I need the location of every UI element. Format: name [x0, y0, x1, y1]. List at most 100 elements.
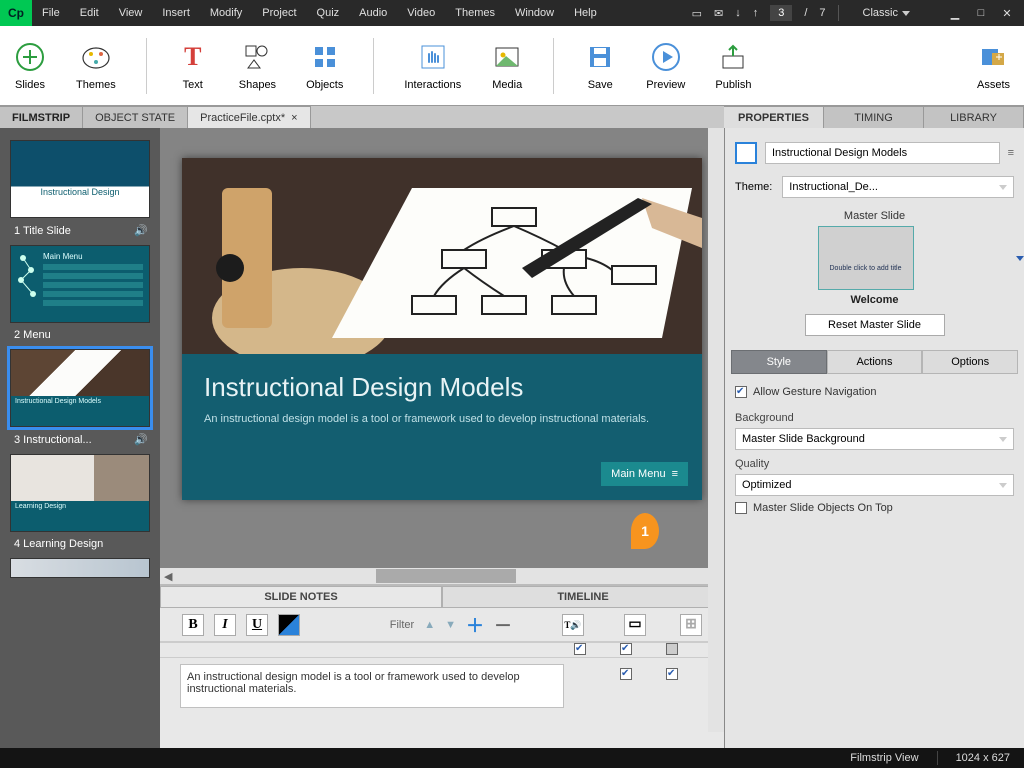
menu-view[interactable]: View — [109, 1, 153, 25]
main-menu-button[interactable]: Main Menu ≡ — [601, 462, 688, 486]
actions-tab[interactable]: Actions — [827, 350, 923, 374]
up-icon[interactable]: ▲ — [424, 619, 435, 631]
add-note-icon[interactable]: ＋ — [466, 612, 484, 638]
menu-quiz[interactable]: Quiz — [307, 1, 350, 25]
thumb-3[interactable]: Instructional Design Models 3 Instructio… — [0, 343, 160, 448]
ribbon-objects[interactable]: Objects — [306, 41, 343, 91]
vertical-scrollbar[interactable] — [708, 128, 724, 732]
tts-button[interactable]: T🔊 — [562, 614, 584, 636]
ribbon-shapes[interactable]: Shapes — [239, 41, 276, 91]
cc-button[interactable]: ▭ — [624, 614, 646, 636]
divider — [553, 38, 554, 94]
master-label: Master Slide — [725, 204, 1024, 226]
stage-canvas[interactable]: Instructional Design Models An instructi… — [160, 128, 724, 568]
master-dropdown-icon[interactable] — [1016, 256, 1024, 261]
close-button[interactable]: ✕ — [994, 3, 1020, 23]
quality-dropdown[interactable]: Optimized — [735, 474, 1014, 496]
thumb-5[interactable] — [0, 552, 160, 578]
down-icon[interactable]: ▼ — [445, 619, 456, 631]
master-top-checkbox[interactable] — [735, 502, 747, 514]
slide-subtitle[interactable]: An instructional design model is a tool … — [204, 413, 680, 425]
menu-themes[interactable]: Themes — [445, 1, 505, 25]
minimize-button[interactable]: ▁ — [942, 3, 968, 23]
background-dropdown[interactable]: Master Slide Background — [735, 428, 1014, 450]
col-checkbox-2[interactable] — [620, 643, 632, 655]
ribbon-label: Text — [183, 79, 203, 91]
thumb-1[interactable]: Instructional Design 1 Title Slide 🔊 — [0, 134, 160, 239]
grid-button[interactable]: ⊞ — [680, 614, 702, 636]
italic-button[interactable]: I — [214, 614, 236, 636]
timeline-tab[interactable]: TIMELINE — [442, 586, 724, 608]
scroll-left-icon[interactable]: ◀ — [160, 570, 176, 583]
menu-audio[interactable]: Audio — [349, 1, 397, 25]
properties-tab[interactable]: PROPERTIES — [724, 106, 824, 128]
file-tab[interactable]: PracticeFile.cptx* × — [188, 106, 310, 128]
menu-window[interactable]: Window — [505, 1, 564, 25]
col-checkbox-3[interactable] — [666, 643, 678, 655]
ribbon-themes[interactable]: Themes — [76, 41, 116, 91]
ribbon-assets[interactable]: Assets — [977, 41, 1010, 91]
master-top-row: Master Slide Objects On Top — [725, 496, 1024, 520]
thumb-label: 3 Instructional... — [14, 434, 92, 446]
ribbon-label: Publish — [715, 79, 751, 91]
gesture-checkbox[interactable] — [735, 386, 747, 398]
panel-menu-icon[interactable]: ≡ — [1008, 147, 1014, 159]
menu-help[interactable]: Help — [564, 1, 607, 25]
underline-button[interactable]: U — [246, 614, 268, 636]
menu-edit[interactable]: Edit — [70, 1, 109, 25]
down-arrow-icon[interactable]: ↓ — [735, 7, 741, 19]
theme-dropdown[interactable]: Instructional_De... — [782, 176, 1014, 198]
thumb-title: Instructional Design — [17, 187, 143, 197]
color-button[interactable] — [278, 614, 300, 636]
ribbon-preview[interactable]: Preview — [646, 41, 685, 91]
scroll-thumb[interactable] — [376, 569, 516, 583]
thumb-4[interactable]: Learning Design 4 Learning Design — [0, 448, 160, 552]
thumb-2[interactable]: Main Menu 2 Menu — [0, 239, 160, 343]
menu-video[interactable]: Video — [397, 1, 445, 25]
chevron-down-icon — [999, 437, 1007, 442]
ribbon-publish[interactable]: Publish — [715, 41, 751, 91]
options-tab[interactable]: Options — [922, 350, 1018, 374]
ribbon-interactions[interactable]: Interactions — [404, 41, 461, 91]
layout-dropdown[interactable]: Classic — [851, 7, 922, 19]
slide-title[interactable]: Instructional Design Models — [204, 372, 680, 403]
ribbon-label: Slides — [15, 79, 45, 91]
ribbon-save[interactable]: Save — [584, 41, 616, 91]
up-arrow-icon[interactable]: ↑ — [753, 7, 759, 19]
menu-insert[interactable]: Insert — [152, 1, 200, 25]
window-controls: ▁ □ ✕ — [942, 0, 1020, 26]
note-text[interactable]: An instructional design model is a tool … — [180, 664, 564, 708]
menu-modify[interactable]: Modify — [200, 1, 252, 25]
maximize-button[interactable]: □ — [968, 3, 994, 23]
menu-project[interactable]: Project — [252, 1, 306, 25]
library-tab[interactable]: LIBRARY — [924, 106, 1024, 128]
horizontal-scrollbar[interactable]: ◀ ▶ — [160, 568, 724, 584]
col-checkbox-1[interactable] — [574, 643, 586, 655]
bold-button[interactable]: B — [182, 614, 204, 636]
slide-name-input[interactable] — [765, 142, 1000, 164]
remove-note-icon[interactable]: － — [494, 612, 512, 638]
ribbon-slides[interactable]: Slides — [14, 41, 46, 91]
reset-master-button[interactable]: Reset Master Slide — [805, 314, 945, 336]
filmstrip-panel: Instructional Design 1 Title Slide 🔊 Mai… — [0, 128, 160, 748]
bottom-tabs: SLIDE NOTES TIMELINE — [160, 586, 724, 608]
annotation-badge: 1 — [631, 513, 659, 549]
slide[interactable]: Instructional Design Models An instructi… — [182, 158, 702, 500]
current-slide-number[interactable]: 3 — [770, 5, 792, 21]
object-state-tab[interactable]: OBJECT STATE — [83, 106, 188, 128]
menu-file[interactable]: File — [32, 1, 70, 25]
monitor-icon[interactable]: ▭ — [692, 7, 702, 20]
master-thumb[interactable]: Double click to add title — [818, 226, 914, 290]
mail-icon[interactable]: ✉ — [714, 7, 723, 20]
save-icon — [584, 41, 616, 73]
note-checkbox-1[interactable] — [620, 668, 632, 680]
slide-notes-tab[interactable]: SLIDE NOTES — [160, 586, 442, 608]
timing-tab[interactable]: TIMING — [824, 106, 924, 128]
status-view: Filmstrip View — [850, 752, 918, 764]
filmstrip-tab[interactable]: FILMSTRIP — [0, 106, 83, 128]
style-tab[interactable]: Style — [731, 350, 827, 374]
ribbon-text[interactable]: T Text — [177, 41, 209, 91]
note-checkbox-2[interactable] — [666, 668, 678, 680]
close-tab-icon[interactable]: × — [291, 112, 297, 124]
ribbon-media[interactable]: Media — [491, 41, 523, 91]
